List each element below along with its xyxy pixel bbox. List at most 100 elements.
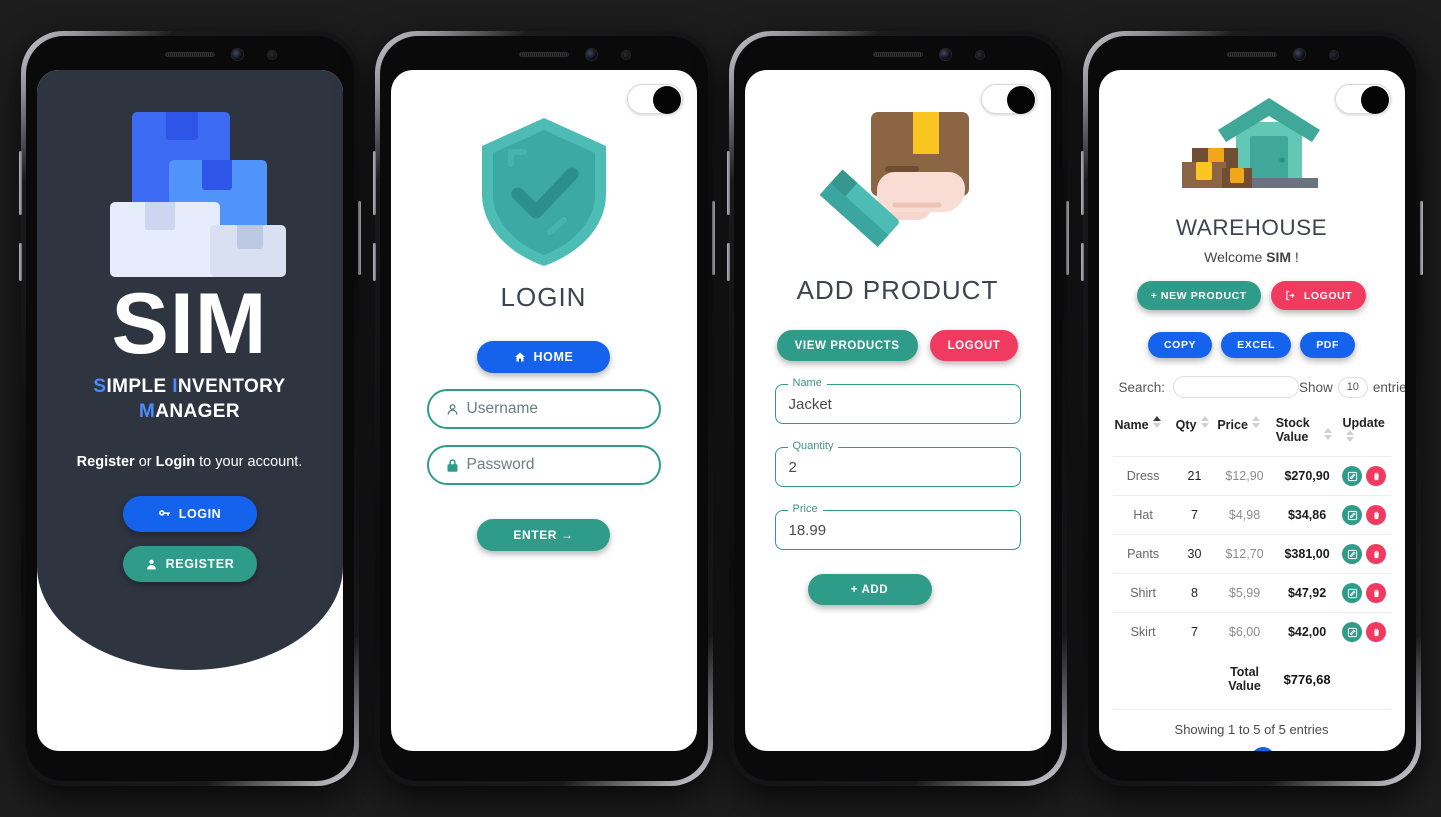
edit-row-button[interactable] — [1342, 544, 1363, 564]
product-name-value: Jacket — [788, 395, 832, 413]
trash-icon — [1374, 550, 1379, 558]
phone-device-3: ADD PRODUCT VIEW PRODUCTS LOGOUT Name Ja… — [726, 31, 1069, 786]
delete-row-button[interactable] — [1366, 622, 1387, 642]
product-price-field[interactable]: Price 18.99 — [774, 503, 1021, 550]
cell-name: Pants — [1112, 534, 1174, 574]
phone3-volume-button[interactable] — [726, 151, 730, 215]
new-product-button[interactable]: + NEW PRODUCT — [1136, 281, 1261, 310]
phone-device-1: SIM SIMPLE INVENTORY MANAGER Register or… — [18, 31, 361, 786]
column-header-stock-value[interactable]: Stock Value — [1274, 410, 1341, 457]
table-row: Pants 30 $12,70 $381,00 — [1112, 534, 1391, 574]
product-quantity-field[interactable]: Quantity 2 — [774, 440, 1021, 487]
app-title: SIM — [111, 276, 268, 372]
username-placeholder: Username — [466, 400, 539, 417]
phone2-volume-button[interactable] — [372, 151, 376, 215]
proximity-sensor-icon — [1330, 51, 1339, 59]
toggle-knob — [1360, 86, 1389, 114]
delete-row-button[interactable] — [1366, 466, 1387, 486]
phone4-volume-button[interactable] — [1080, 151, 1084, 215]
home-button[interactable]: HOME — [477, 341, 610, 373]
phone1-volume-button[interactable] — [18, 151, 22, 215]
product-name-field[interactable]: Name Jacket — [774, 377, 1021, 424]
entries-select[interactable]: 10 — [1337, 376, 1368, 398]
cell-stock-value: $42,00 — [1273, 612, 1341, 651]
phone4-power-button[interactable] — [1419, 201, 1423, 275]
copy-button[interactable]: COPY — [1148, 332, 1213, 358]
delete-row-button[interactable] — [1366, 505, 1387, 525]
home-button-label: HOME — [533, 350, 574, 364]
page-1-button[interactable]: 1 — [1251, 746, 1276, 751]
phone3-bixby-button[interactable] — [726, 243, 730, 281]
edit-row-button[interactable] — [1342, 622, 1363, 642]
front-camera-icon — [940, 49, 952, 60]
excel-button[interactable]: EXCEL — [1221, 332, 1292, 358]
phone3-bezel: ADD PRODUCT VIEW PRODUCTS LOGOUT Name Ja… — [733, 36, 1062, 781]
delete-row-button[interactable] — [1366, 583, 1387, 603]
total-value: $776,68 — [1283, 671, 1331, 687]
phone3-power-button[interactable] — [1065, 201, 1069, 275]
product-quantity-label: Quantity — [787, 440, 839, 452]
phone-device-2: LOGIN HOME Username Password ENTER → — [372, 31, 715, 786]
sort-icon-stock-value — [1323, 428, 1332, 440]
note-register: Register — [76, 454, 135, 471]
enter-button[interactable]: ENTER → — [477, 519, 610, 551]
dark-mode-toggle[interactable] — [980, 84, 1037, 114]
pdf-button[interactable]: PDF — [1300, 332, 1355, 358]
page-title: LOGIN — [500, 282, 587, 312]
dark-mode-toggle[interactable] — [626, 84, 683, 114]
phone4-bixby-button[interactable] — [1080, 243, 1084, 281]
column-header-name[interactable]: Name — [1113, 410, 1174, 457]
user-outline-icon — [447, 403, 457, 415]
edit-row-button[interactable] — [1342, 505, 1363, 525]
table-row: Hat 7 $4,98 $34,86 — [1112, 495, 1391, 535]
front-camera-icon — [1294, 49, 1306, 60]
splash-note: Register or Login to your account. — [37, 454, 343, 470]
cell-name: Dress — [1112, 456, 1174, 496]
phone-mockup-stage: SIM SIMPLE INVENTORY MANAGER Register or… — [0, 0, 1441, 817]
phone2-bezel: LOGIN HOME Username Password ENTER → — [379, 36, 708, 781]
login-button[interactable]: LOGIN — [122, 496, 257, 533]
view-products-button[interactable]: VIEW PRODUCTS — [776, 330, 918, 361]
subtitle-nventory: NVENTORY — [177, 376, 286, 398]
phone2-bixby-button[interactable] — [372, 243, 376, 281]
phone-device-4: WAREHOUSE Welcome SIM ! + NEW PRODUCT LO… — [1080, 31, 1423, 786]
column-label-stock-value: Stock Value — [1275, 416, 1310, 444]
entries-label: entries — [1372, 379, 1405, 395]
product-price-value: 18.99 — [788, 521, 827, 539]
column-header-price[interactable]: Price — [1215, 410, 1273, 457]
table-row: Skirt 7 $6,00 $42,00 — [1112, 612, 1391, 651]
earpiece-speaker-icon — [164, 52, 215, 57]
sort-icon-name — [1152, 416, 1161, 428]
phone2-power-button[interactable] — [711, 201, 715, 275]
sort-icon-update — [1346, 430, 1355, 442]
phone1-screen: SIM SIMPLE INVENTORY MANAGER Register or… — [36, 70, 343, 751]
cell-name: Hat — [1112, 495, 1174, 535]
edit-row-button[interactable] — [1342, 583, 1363, 603]
register-button[interactable]: REGISTER — [122, 546, 257, 583]
product-price-label: Price — [787, 503, 823, 515]
username-input[interactable]: Username — [426, 389, 661, 429]
earpiece-speaker-icon — [872, 52, 923, 57]
phone1-power-button[interactable] — [357, 201, 361, 275]
column-label-price: Price — [1217, 418, 1248, 432]
subtitle-s: S — [93, 376, 107, 398]
phone4-bezel: WAREHOUSE Welcome SIM ! + NEW PRODUCT LO… — [1087, 36, 1416, 781]
password-input[interactable]: Password — [426, 445, 661, 485]
search-input[interactable] — [1173, 376, 1300, 398]
dark-mode-toggle[interactable] — [1334, 84, 1391, 114]
column-header-update[interactable]: Update — [1340, 410, 1390, 457]
add-product-button[interactable]: + ADD — [807, 574, 932, 605]
cell-stock-value: $381,00 — [1273, 534, 1341, 574]
logout-button[interactable]: LOGOUT — [1270, 281, 1367, 310]
delete-row-button[interactable] — [1366, 544, 1387, 564]
phone1-bixby-button[interactable] — [18, 243, 22, 281]
column-header-qty[interactable]: Qty — [1174, 410, 1216, 457]
cell-actions — [1340, 573, 1391, 613]
logout-button[interactable]: LOGOUT — [929, 330, 1019, 361]
show-label: Show — [1299, 379, 1333, 395]
edit-row-button[interactable] — [1342, 466, 1363, 486]
total-spacer-1 — [1113, 651, 1174, 703]
edit-square-icon — [1347, 627, 1358, 637]
column-label-qty: Qty — [1175, 418, 1197, 432]
lock-icon — [447, 458, 457, 472]
